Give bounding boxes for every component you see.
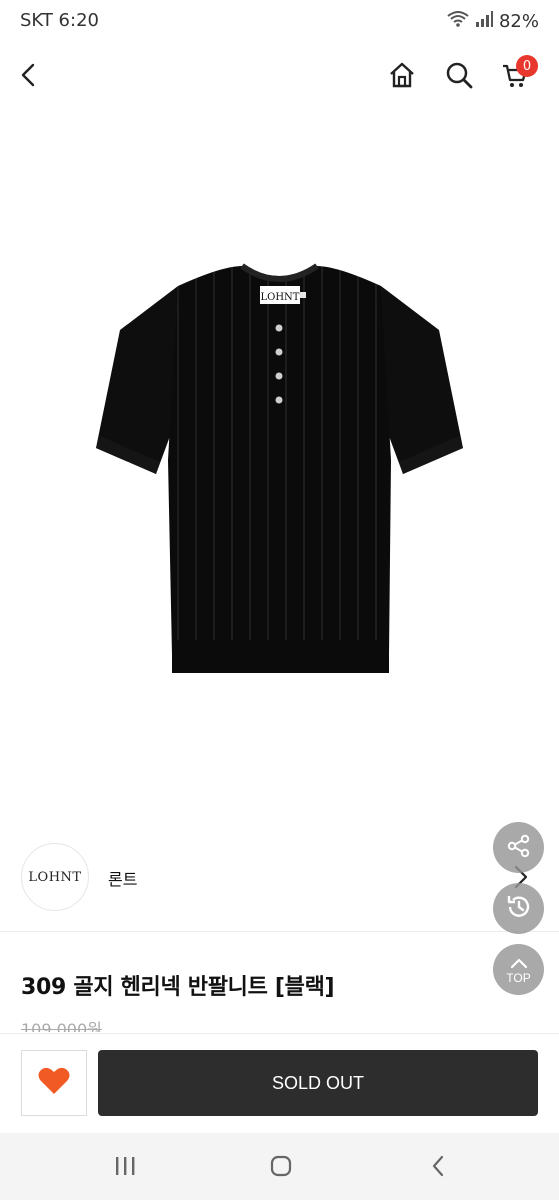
back-arrow-icon — [430, 1154, 446, 1182]
share-icon — [506, 833, 532, 863]
product-title: 309 골지 헨리넥 반팔니트 [블랙] — [21, 975, 335, 1000]
recent-history-button[interactable] — [493, 883, 544, 934]
signal-icon — [475, 10, 493, 33]
product-image[interactable]: LOHNT — [0, 110, 559, 830]
home-nav-button[interactable] — [261, 1153, 301, 1183]
home-circle-icon — [269, 1154, 293, 1182]
status-bar: SKT 6:20 82% — [0, 0, 559, 44]
brand-name[interactable]: 론트 — [108, 866, 137, 890]
home-button[interactable] — [385, 60, 419, 94]
header — [0, 44, 559, 110]
chevron-left-icon — [19, 63, 39, 91]
product-price: 109,000원 — [21, 1020, 102, 1032]
wishlist-button[interactable] — [21, 1050, 87, 1116]
status-carrier-time: SKT 6:20 — [20, 10, 99, 31]
brand-logo[interactable]: LOHNT — [21, 843, 89, 911]
wifi-icon — [447, 10, 469, 33]
history-icon — [504, 892, 534, 926]
scroll-top-button[interactable]: TOP — [493, 944, 544, 995]
home-icon — [388, 61, 416, 93]
divider — [0, 931, 559, 932]
search-icon — [445, 61, 473, 93]
back-nav-button[interactable] — [418, 1153, 458, 1183]
search-button[interactable] — [442, 60, 476, 94]
status-indicators: 82% — [447, 10, 539, 33]
soldout-button[interactable]: SOLD OUT — [98, 1050, 538, 1116]
recent-apps-button[interactable] — [105, 1153, 145, 1183]
heart-icon — [37, 1066, 71, 1100]
system-nav-bar — [0, 1133, 559, 1200]
share-button[interactable] — [493, 822, 544, 873]
recent-apps-icon — [113, 1155, 137, 1181]
battery-level: 82% — [498, 11, 539, 32]
back-button[interactable] — [12, 60, 46, 94]
cart-count-badge: 0 — [516, 55, 538, 77]
scroll-top-label: TOP — [506, 971, 531, 985]
clothing-tag-label: LOHNT — [260, 291, 300, 303]
